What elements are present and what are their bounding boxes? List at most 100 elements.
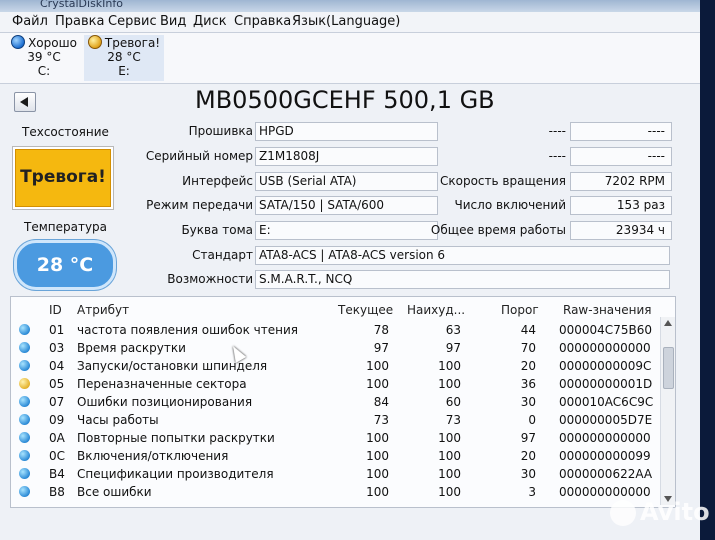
title-bar: CrystalDiskInfo [0, 0, 700, 12]
row-worst: 100 [438, 431, 461, 445]
disk-header: MB0500GCEHF 500,1 GB [0, 84, 700, 120]
row-worst: 97 [445, 341, 461, 355]
row-threshold: 3 [528, 485, 536, 499]
row-worst: 73 [445, 413, 461, 427]
status-good-icon [19, 324, 30, 335]
menu-view[interactable]: Вид [160, 14, 186, 29]
status-good-icon [19, 360, 30, 371]
smart-attributes-table[interactable]: ID Атрибут Текущее Наихуд... Порог Raw-з… [10, 296, 676, 508]
drive-e-letter: E: [118, 64, 130, 78]
status-good-icon [19, 432, 30, 443]
row-current: 84 [373, 395, 389, 409]
table-row[interactable]: 03 Время раскрутки 97 97 70 000000000000 [11, 339, 651, 357]
row-current: 100 [366, 431, 389, 445]
menu-help[interactable]: Справка [234, 14, 291, 29]
column-header-threshold[interactable]: Порог [501, 303, 539, 317]
disk-title: MB0500GCEHF 500,1 GB [195, 86, 495, 114]
drive-c-letter: C: [37, 64, 51, 78]
row-id: B4 [49, 467, 65, 481]
row-current: 100 [366, 485, 389, 499]
row-raw: 000010AC6C9C [559, 395, 654, 409]
rotation-rate-label: Скорость вращения [440, 174, 566, 188]
row-raw: 000000000000 [559, 485, 651, 499]
reserved-1-label: ---- [548, 124, 566, 138]
row-id: 07 [49, 395, 65, 409]
row-raw: 000000000099 [559, 449, 651, 463]
power-on-hours-value: 23934 ч [570, 221, 672, 240]
column-header-attribute[interactable]: Атрибут [77, 303, 129, 317]
table-row[interactable]: B8 Все ошибки 100 100 3 000000000000 [11, 483, 651, 501]
table-row[interactable]: 0A Повторные попытки раскрутки 100 100 9… [11, 429, 651, 447]
table-row[interactable]: 01 частота появления ошибок чтения 78 63… [11, 321, 652, 339]
reserved-1-value: ---- [570, 122, 672, 141]
transfer-mode-value: SATA/150 | SATA/600 [255, 196, 438, 215]
scroll-thumb[interactable] [663, 347, 674, 389]
column-header-worst[interactable]: Наихуд... [407, 303, 465, 317]
row-worst: 100 [438, 377, 461, 391]
menu-edit[interactable]: Правка [55, 14, 104, 29]
status-caution-icon [87, 35, 102, 49]
row-current: 100 [366, 359, 389, 373]
status-good-icon [19, 468, 30, 479]
row-attribute: Ошибки позиционирования [77, 395, 253, 409]
table-row[interactable]: 07 Ошибки позиционирования 84 60 30 0000… [11, 393, 654, 411]
row-threshold: 30 [520, 395, 536, 409]
drive-e-button[interactable]: Тревога! 28 °C E: [84, 35, 164, 81]
menu-file[interactable]: Файл [12, 14, 48, 29]
menu-language[interactable]: Язык(Language) [292, 14, 400, 29]
status-caution-icon [19, 378, 30, 389]
standard-label: Стандарт [192, 248, 253, 262]
table-row[interactable]: B4 Спецификации производителя 100 100 30… [11, 465, 653, 483]
row-threshold: 0 [528, 413, 536, 427]
status-good-icon [19, 486, 30, 497]
row-id: 09 [49, 413, 65, 427]
row-attribute: Включения/отключения [77, 449, 229, 463]
avito-logo-icon [610, 500, 636, 526]
column-header-raw[interactable]: Raw-значения [563, 303, 652, 317]
row-attribute: Спецификации производителя [77, 467, 274, 481]
menu-service[interactable]: Сервис [108, 14, 157, 29]
app-window: CrystalDiskInfo Файл Правка Сервис Вид Д… [0, 0, 700, 540]
reserved-2-value: ---- [570, 147, 672, 166]
health-status-badge[interactable]: Тревога! [12, 146, 114, 210]
table-row[interactable]: 05 Переназначенные сектора 100 100 36 00… [11, 375, 652, 393]
drive-letter-label: Буква тома [181, 223, 253, 237]
previous-disk-button[interactable] [14, 92, 36, 112]
drive-c-temp: 39 °C [27, 50, 61, 64]
table-row[interactable]: 04 Запуски/остановки шпинделя 100 100 20… [11, 357, 651, 375]
health-label: Техсостояние [22, 125, 109, 139]
row-worst: 100 [438, 449, 461, 463]
column-header-id[interactable]: ID [49, 303, 62, 317]
row-worst: 100 [438, 485, 461, 499]
power-on-count-label: Число включений [454, 198, 566, 212]
row-raw: 000000005D7E [559, 413, 653, 427]
drive-selector-bar: Хорошо 39 °C C: Тревога! 28 °C E: [0, 33, 700, 84]
interface-value: USB (Serial ATA) [255, 172, 438, 191]
table-scrollbar[interactable] [660, 317, 675, 505]
row-id: B8 [49, 485, 65, 499]
row-raw: 0000000622AA [559, 467, 653, 481]
features-value: S.M.A.R.T., NCQ [255, 270, 670, 289]
temperature-label: Температура [24, 220, 108, 234]
row-attribute: Все ошибки [77, 485, 152, 499]
menu-disk[interactable]: Диск [193, 14, 227, 29]
row-attribute: Часы работы [77, 413, 159, 427]
row-current: 97 [373, 341, 389, 355]
table-row[interactable]: 0C Включения/отключения 100 100 20 00000… [11, 447, 651, 465]
column-header-current[interactable]: Текущее [338, 303, 393, 317]
drive-c-button[interactable]: Хорошо 39 °C C: [4, 35, 84, 81]
drive-c-status: Хорошо [28, 36, 77, 50]
row-threshold: 20 [520, 449, 536, 463]
watermark-text: Avito [640, 498, 710, 526]
firmware-value: HPGD [255, 122, 438, 141]
row-id: 0C [49, 449, 66, 463]
status-good-icon [19, 342, 30, 353]
table-row[interactable]: 09 Часы работы 73 73 0 000000005D7E [11, 411, 653, 429]
row-current: 100 [366, 467, 389, 481]
scroll-up-icon[interactable] [664, 320, 672, 326]
row-current: 73 [373, 413, 389, 427]
row-threshold: 97 [520, 431, 536, 445]
transfer-mode-label: Режим передачи [146, 198, 253, 212]
row-worst: 100 [438, 467, 461, 481]
row-raw: 000000000000 [559, 431, 651, 445]
